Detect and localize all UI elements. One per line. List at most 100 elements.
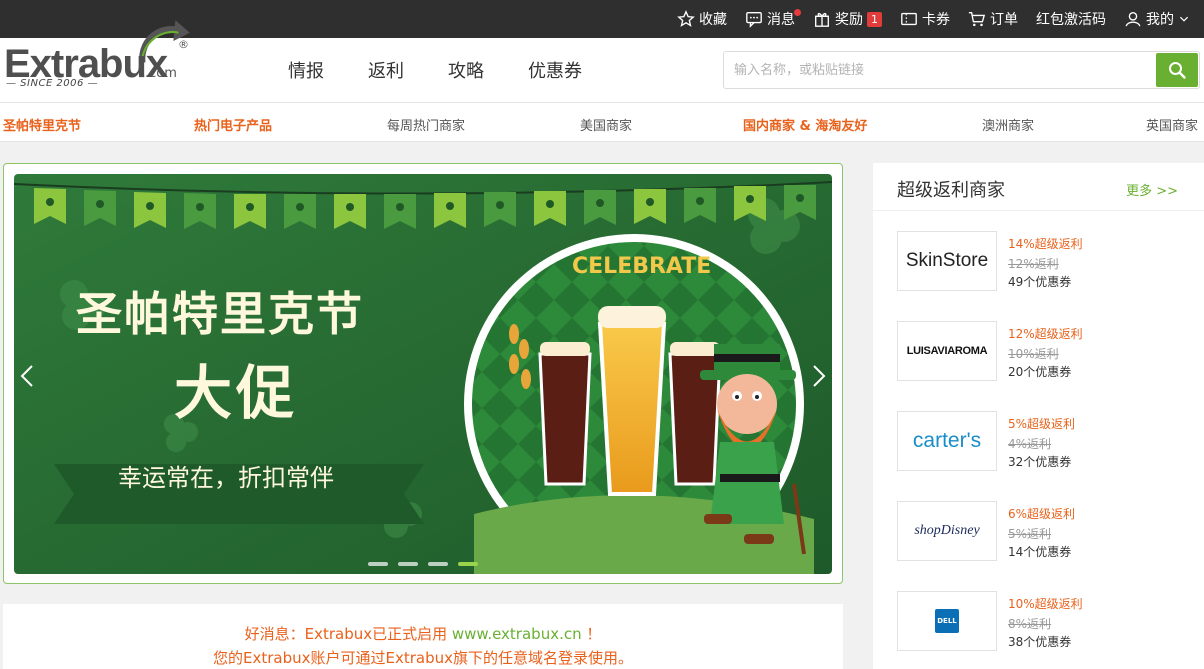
banner-dot[interactable] bbox=[398, 562, 418, 566]
merchant-coupon-count[interactable]: 49个优惠券 bbox=[1008, 273, 1071, 290]
logo-com: .com bbox=[145, 66, 177, 81]
merchant-logo[interactable]: LUISAVIAROMA bbox=[897, 321, 997, 381]
messages-link[interactable]: 消息 bbox=[745, 9, 801, 29]
nav-intel[interactable]: 情报 bbox=[288, 57, 324, 83]
category-hot-electronics[interactable]: 热门电子产品 bbox=[194, 115, 272, 134]
redeem-code-link[interactable]: 红包激活码 bbox=[1036, 9, 1106, 29]
orders-link[interactable]: 订单 bbox=[968, 9, 1018, 29]
category-domestic-merchants[interactable]: 国内商家 & 海淘友好 bbox=[743, 115, 867, 134]
skinstore-logo-text: SkinStore bbox=[905, 250, 989, 271]
merchant-coupon-count[interactable]: 32个优惠券 bbox=[1008, 453, 1071, 470]
category-st-patricks[interactable]: 圣帕特里克节 bbox=[3, 115, 81, 134]
message-icon bbox=[746, 12, 762, 28]
redeem-code-label: 红包激活码 bbox=[1036, 12, 1106, 28]
merchant-dell[interactable]: DELL 10%超级返利 8%返利 38个优惠券 bbox=[897, 591, 1187, 651]
merchant-logo[interactable]: shopDisney bbox=[897, 501, 997, 561]
card-icon bbox=[901, 12, 917, 26]
shopdisney-logo-text: shopDisney bbox=[914, 523, 980, 538]
announcement-line-1: 好消息：Extrabux已正式启用 www.extrabux.cn ！ bbox=[3, 623, 843, 644]
banner-artwork bbox=[14, 174, 832, 574]
logo-since: — SINCE 2006 — bbox=[6, 78, 99, 89]
rewards-label: 奖励 bbox=[835, 12, 863, 28]
merchant-shopdisney[interactable]: shopDisney 6%超级返利 5%返利 14个优惠券 bbox=[897, 501, 1187, 561]
favorites-link[interactable]: 收藏 bbox=[677, 9, 727, 29]
search-input[interactable] bbox=[724, 52, 1156, 88]
chevron-left-icon bbox=[20, 365, 33, 387]
announcement-url-link[interactable]: www.extrabux.cn bbox=[452, 625, 582, 643]
category-au-merchants[interactable]: 澳洲商家 bbox=[982, 115, 1034, 134]
nav-coupons[interactable]: 优惠券 bbox=[528, 57, 582, 83]
panel-title: 超级返利商家 bbox=[897, 180, 1005, 201]
announcement-box: 好消息：Extrabux已正式启用 www.extrabux.cn ！ 您的Ex… bbox=[3, 604, 843, 669]
cart-icon bbox=[968, 12, 986, 27]
nav-guides[interactable]: 攻略 bbox=[448, 57, 484, 83]
merchant-old-rate: 4%返利 bbox=[1008, 437, 1052, 451]
announcement-suffix: ！ bbox=[581, 625, 602, 643]
banner-dot[interactable] bbox=[368, 562, 388, 566]
chevron-down-icon bbox=[1179, 16, 1189, 22]
banner-prev-arrow[interactable] bbox=[20, 364, 34, 394]
banner-celebrate-text: CELEBRATE bbox=[572, 254, 712, 279]
merchant-super-rate: 5%超级返利 bbox=[1008, 417, 1076, 431]
my-account-menu[interactable]: 我的 bbox=[1124, 9, 1190, 29]
super-cashback-panel: 超级返利商家 更多 >> SkinStore 14%超级返利 12%返利 49个… bbox=[873, 163, 1204, 669]
logo-registered: ® bbox=[178, 38, 189, 51]
nav-cashback[interactable]: 返利 bbox=[368, 57, 404, 83]
orders-label: 订单 bbox=[990, 12, 1018, 28]
messages-label: 消息 bbox=[767, 12, 795, 28]
banner-dot[interactable] bbox=[428, 562, 448, 566]
chevron-right-icon bbox=[813, 365, 826, 387]
favorites-label: 收藏 bbox=[699, 12, 727, 28]
merchant-super-rate: 10%超级返利 bbox=[1008, 597, 1083, 611]
announcement-prefix: 好消息：Extrabux已正式启用 bbox=[244, 625, 452, 643]
banner-next-arrow[interactable] bbox=[812, 364, 826, 394]
merchant-logo[interactable]: SkinStore bbox=[897, 231, 997, 291]
merchant-logo[interactable]: DELL bbox=[897, 591, 997, 651]
category-us-merchants[interactable]: 美国商家 bbox=[580, 115, 632, 134]
merchant-super-rate: 14%超级返利 bbox=[1008, 237, 1083, 251]
unread-dot bbox=[794, 9, 801, 16]
merchant-skinstore[interactable]: SkinStore 14%超级返利 12%返利 49个优惠券 bbox=[897, 231, 1187, 291]
merchant-coupon-count[interactable]: 14个优惠券 bbox=[1008, 543, 1071, 560]
my-account-label: 我的 bbox=[1146, 12, 1174, 28]
gift-icon bbox=[815, 12, 829, 27]
merchant-logo[interactable]: carter's bbox=[897, 411, 997, 471]
promo-banner[interactable]: 圣帕特里克节 大促 幸运常在，折扣常伴 CELEBRATE bbox=[14, 174, 832, 574]
category-strip: 圣帕特里克节 热门电子产品 每周热门商家 美国商家 国内商家 & 海淘友好 澳洲… bbox=[0, 102, 1204, 142]
merchant-carters[interactable]: carter's 5%超级返利 4%返利 32个优惠券 bbox=[897, 411, 1187, 471]
panel-header: 超级返利商家 更多 >> bbox=[873, 163, 1204, 211]
banner-title-1: 圣帕特里克节 bbox=[76, 287, 364, 341]
banner-ribbon-text: 幸运常在，折扣常伴 bbox=[118, 464, 334, 492]
announcement-line-2: 您的Extrabux账户可通过Extrabux旗下的任意域名登录使用。 bbox=[212, 649, 633, 667]
merchant-old-rate: 5%返利 bbox=[1008, 527, 1052, 541]
merchant-old-rate: 12%返利 bbox=[1008, 257, 1059, 271]
user-icon bbox=[1125, 12, 1141, 27]
site-header: Extrabux ® .com — SINCE 2006 — 情报 返利 攻略 … bbox=[0, 20, 1204, 102]
merchant-coupon-count[interactable]: 20个优惠券 bbox=[1008, 363, 1071, 380]
carters-logo-text: carter's bbox=[912, 429, 982, 452]
category-weekly-hot[interactable]: 每周热门商家 bbox=[387, 115, 465, 134]
merchant-super-rate: 6%超级返利 bbox=[1008, 507, 1076, 521]
search-icon bbox=[1169, 62, 1186, 79]
dell-logo-text: DELL bbox=[937, 617, 957, 625]
rewards-link[interactable]: 奖励 1 bbox=[813, 9, 882, 29]
merchant-luisaviaroma[interactable]: LUISAVIAROMA 12%超级返利 10%返利 20个优惠券 bbox=[897, 321, 1187, 381]
rewards-badge: 1 bbox=[867, 11, 882, 27]
merchant-old-rate: 10%返利 bbox=[1008, 347, 1059, 361]
luisaviaroma-logo-text: LUISAVIAROMA bbox=[906, 345, 988, 357]
search-button[interactable] bbox=[1156, 53, 1198, 87]
coupons-link[interactable]: 卡券 bbox=[900, 9, 950, 29]
merchant-old-rate: 8%返利 bbox=[1008, 617, 1052, 631]
banner-dot-active[interactable] bbox=[458, 562, 478, 566]
star-icon bbox=[677, 10, 695, 27]
main-nav: 情报 返利 攻略 优惠券 bbox=[288, 38, 582, 102]
extrabux-logo[interactable]: Extrabux ® .com — SINCE 2006 — bbox=[4, 20, 194, 100]
dell-logo: DELL bbox=[935, 609, 959, 633]
merchant-super-rate: 12%超级返利 bbox=[1008, 327, 1083, 341]
category-uk-merchants[interactable]: 英国商家 bbox=[1146, 115, 1198, 134]
more-link[interactable]: 更多 >> bbox=[1126, 180, 1178, 199]
banner-title-2: 大促 bbox=[174, 359, 299, 427]
coupons-label: 卡券 bbox=[922, 12, 950, 28]
search-box bbox=[723, 51, 1200, 89]
merchant-coupon-count[interactable]: 38个优惠券 bbox=[1008, 633, 1071, 650]
